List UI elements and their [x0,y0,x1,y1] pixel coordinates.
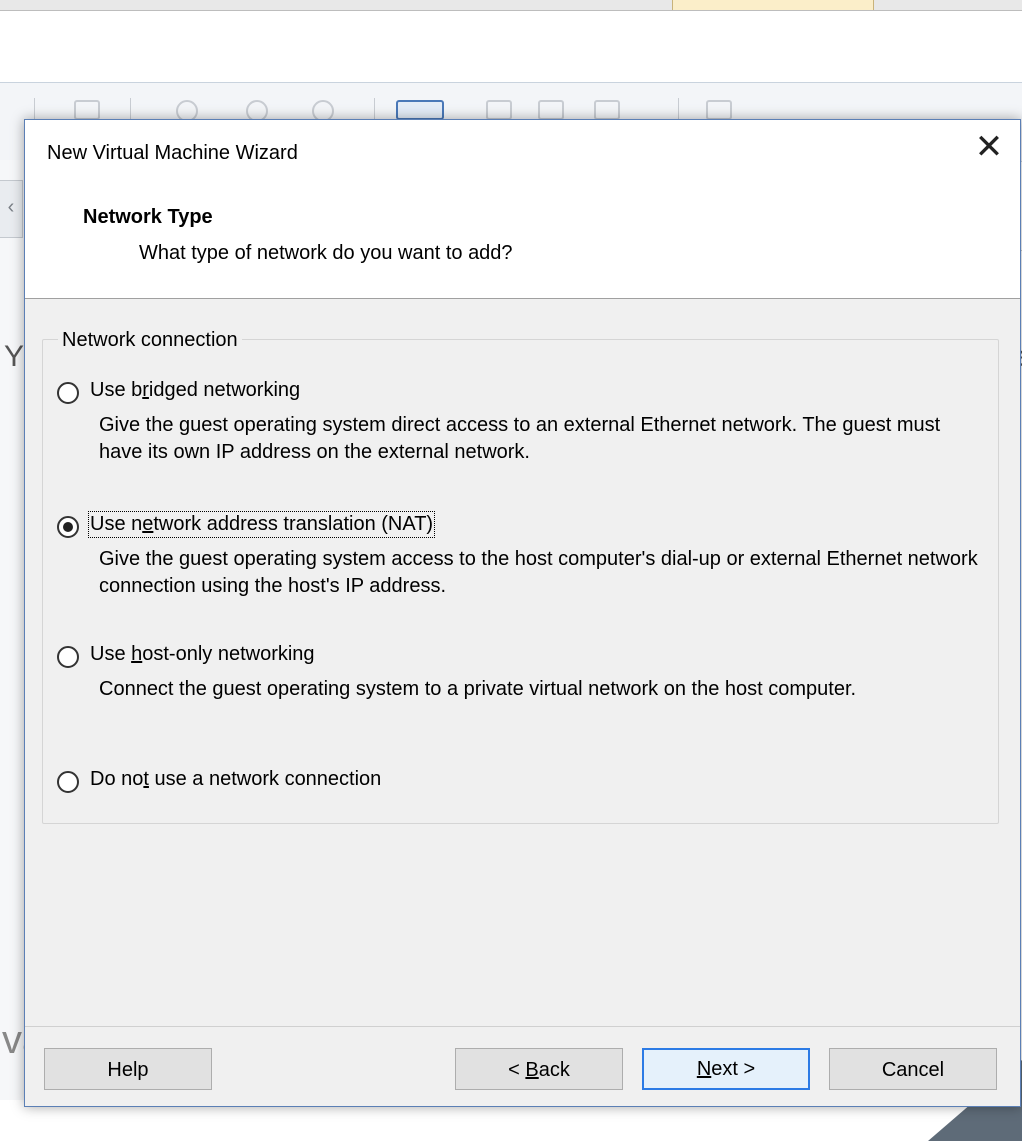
radio-bridged[interactable] [57,382,79,404]
toolbar-unity-icon [594,100,620,120]
background-top-strip [0,0,1022,11]
radio-nat[interactable] [57,516,79,538]
label-text: Use b [90,379,143,401]
option-description-nat: Give the guest operating system access t… [99,548,978,597]
access-key: r [142,379,149,401]
option-label-host-only[interactable]: Use host-only networking [90,643,315,666]
help-button[interactable]: Help [44,1048,212,1090]
group-label: Network connection [58,329,242,352]
label-text: use a network connection [148,768,382,790]
cancel-button[interactable]: Cancel [829,1048,997,1090]
toolbar-separator [34,98,35,120]
option-label-nat[interactable]: Use network address translation (NAT) [87,511,436,538]
radio-host-only[interactable] [57,646,79,668]
toolbar-view-icon [396,100,444,120]
button-text: ext > [711,1058,756,1080]
new-vm-wizard-dialog: New Virtual Machine Wizard ✕ Network Typ… [24,119,1021,1107]
button-text: < [508,1059,526,1081]
background-left-tab: ‹ [0,180,23,238]
wizard-header: Network Type What type of network do you… [25,186,1020,299]
toolbar-fullscreen-icon [538,100,564,120]
toolbar-page-icon [74,100,100,120]
label-text: Use n [90,513,143,535]
access-key: e [142,513,154,535]
page-title: Network Type [83,206,213,228]
access-key: B [525,1059,539,1081]
toolbar-separator [374,98,375,120]
option-label-bridged[interactable]: Use bridged networking [90,379,300,402]
label-text: twork address translation (NAT) [153,513,434,535]
toolbar-library-icon [706,100,732,120]
label-text: ost-only networking [142,643,315,665]
access-key: N [696,1058,712,1080]
background-left-panel [0,160,27,1100]
option-description-host-only: Connect the guest operating system to a … [99,678,857,700]
background-left-text: Y [4,340,25,373]
label-text: Do no [90,768,144,790]
toolbar-console-icon [486,100,512,120]
option-description-bridged: Give the guest operating system direct a… [99,414,941,463]
dialog-titlebar: New Virtual Machine Wizard ✕ [25,120,1020,186]
label-text: idged networking [148,379,301,401]
access-key: h [131,643,143,665]
dialog-title: New Virtual Machine Wizard [47,142,298,164]
option-label-no-network[interactable]: Do not use a network connection [90,768,381,791]
close-icon[interactable]: ✕ [958,120,1020,178]
back-button[interactable]: < Back [455,1048,623,1090]
toolbar-separator [130,98,131,120]
page-subtitle: What type of network do you want to add? [139,242,513,264]
background-highlighted-tab [672,0,874,10]
footer-divider [25,1026,1020,1027]
button-text: ack [538,1059,570,1081]
radio-no-network[interactable] [57,771,79,793]
label-text: Use [90,643,132,665]
toolbar-separator [678,98,679,120]
next-button[interactable]: Next > [642,1048,810,1090]
